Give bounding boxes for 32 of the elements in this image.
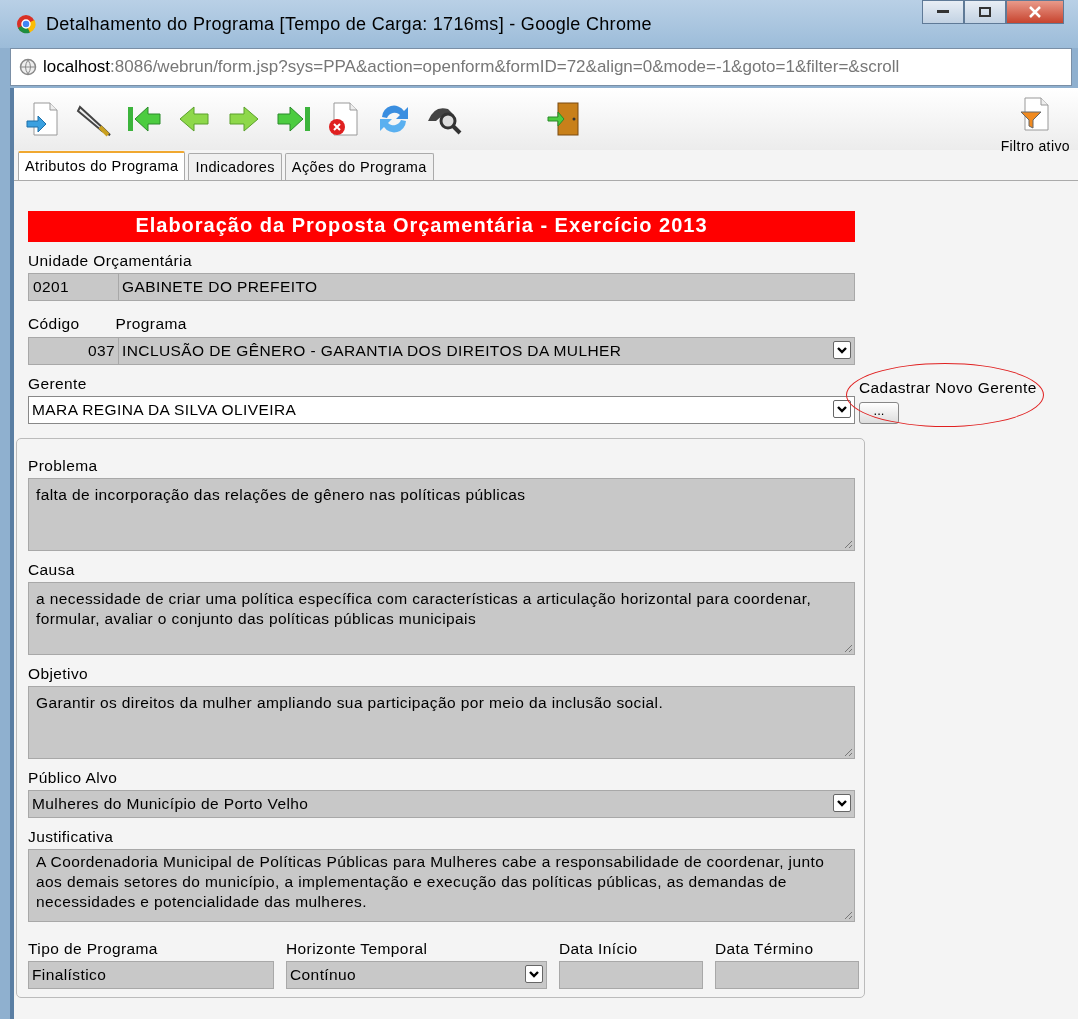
field-label: Data Início <box>559 940 639 958</box>
dropdown-field[interactable]: MARA REGINA DA SILVA OLIVEIRA <box>28 396 855 424</box>
field-label: Público Alvo <box>28 769 119 787</box>
field-label: Data Término <box>715 940 815 958</box>
tab[interactable]: Atributos do Programa <box>18 151 186 180</box>
field-label: Justificativa <box>28 828 115 846</box>
text-area[interactable]: Garantir os direitos da mulher ampliando sua participação por meio da inclusão social. <box>28 686 855 759</box>
address-bar[interactable]: localhost:8086/webrun/form.jsp?sys=PPA&action=openform&formID=72&align=0&mode=-1&goto=1&filter=&scroll <box>10 48 1072 86</box>
field-label: Programa <box>115 315 187 333</box>
tab[interactable]: Indicadores <box>188 153 282 180</box>
field-label: Gerente <box>28 375 88 393</box>
text-field[interactable]: 0201 GABINETE DO PREFEITO <box>28 273 855 301</box>
text-area[interactable]: falta de incorporação das relações de gênero nas políticas públicas <box>28 478 855 551</box>
filter-status-label: Filtro ativo <box>1000 138 1070 154</box>
field-label: Problema <box>28 457 99 475</box>
field-label: Código <box>28 315 80 333</box>
browse-button[interactable]: ... <box>859 402 899 424</box>
dropdown-field[interactable]: Contínuo <box>286 961 547 989</box>
banner-title: Elaboração da Proposta Orçamentária - Exercício 2013 <box>28 211 855 242</box>
dropdown-field[interactable]: Mulheres do Município de Porto Velho <box>28 790 855 818</box>
tab[interactable]: Ações do Programa <box>284 153 434 180</box>
window-title: Detalhamento do Programa [Tempo de Carga: 1716ms] - Google Chrome <box>46 13 652 35</box>
text-field[interactable]: Finalístico <box>28 961 274 989</box>
field-label: Cadastrar Novo Gerente <box>859 379 1037 397</box>
dropdown-field[interactable]: 037 INCLUSÃO DE GÊNERO - GARANTIA DOS DIREITOS DA MULHER <box>28 337 855 365</box>
field-label: Unidade Orçamentária <box>28 252 193 270</box>
field-label: Horizonte Temporal <box>286 940 429 958</box>
field-label: Tipo de Programa <box>28 940 159 958</box>
field-label: Causa <box>28 561 76 579</box>
text-area[interactable]: A Coordenadoria Municipal de Políticas Públicas para Mulheres cabe a responsabilidade de coordenar, junto aos demais setores do município, a implementação e execução das políticas públicas, as demandas de necessidades e potencialidade das mulheres. <box>28 849 855 922</box>
field-label: Objetivo <box>28 665 90 683</box>
text-area[interactable]: a necessidade de criar uma política específica com características a articulação horizontal para coordenar, formular, avaliar o conjunto das políticas públicas municipais <box>28 582 855 655</box>
